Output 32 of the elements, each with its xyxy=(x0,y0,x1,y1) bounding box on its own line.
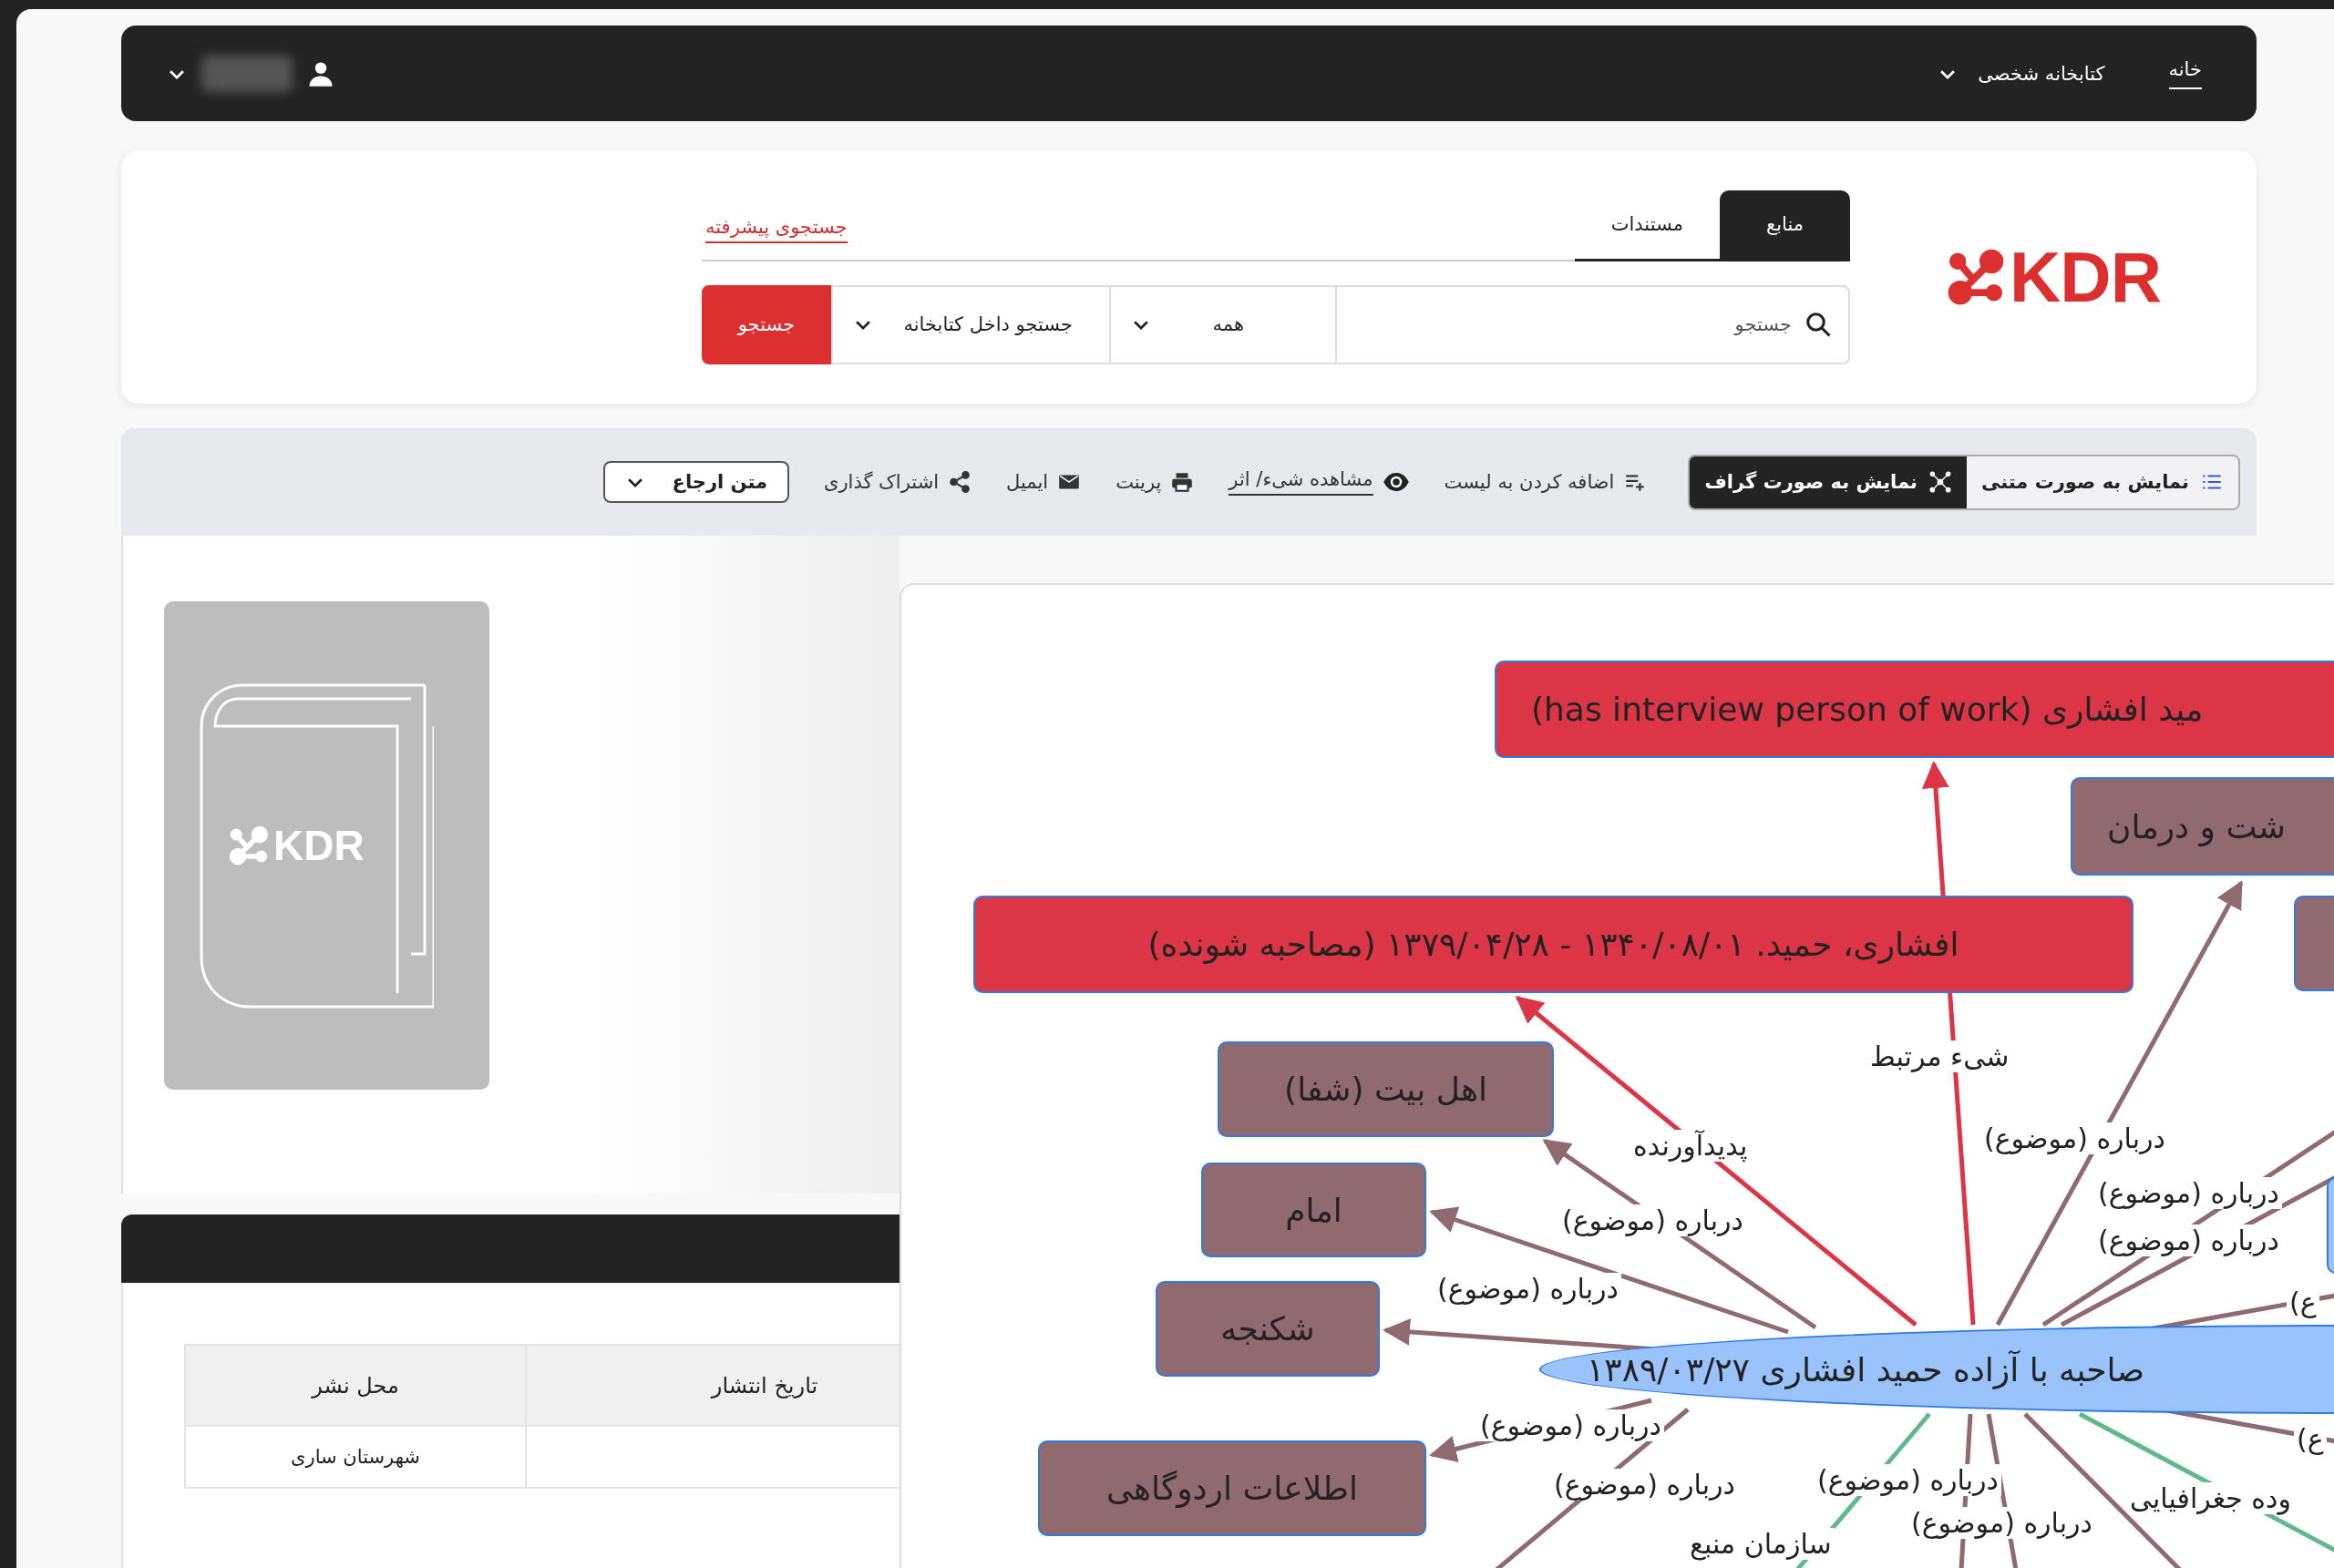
column-header: محل نشر xyxy=(185,1345,526,1426)
user-menu[interactable] xyxy=(167,55,334,92)
search-tab[interactable]: مستندات xyxy=(1574,190,1720,261)
view-action[interactable]: مشاهده شیء/ اثر xyxy=(1229,468,1410,496)
center-node[interactable]: صاحبه با آزاده حمید افشاری ۱۳۸۹/۰۳/۲۷ xyxy=(1539,1325,2334,1414)
logo-text: KDR xyxy=(273,821,365,870)
search-tab[interactable]: منابع xyxy=(1720,190,1850,261)
email-action[interactable]: ایمیل xyxy=(1006,470,1082,494)
text-view-button[interactable]: نمایش به صورت متنی xyxy=(1966,456,2238,508)
home-link[interactable]: خانه xyxy=(2168,57,2202,89)
print-action[interactable]: پرینت xyxy=(1116,470,1195,494)
search-field[interactable]: جستجو xyxy=(1335,284,1850,364)
scope-dropdown[interactable]: همه xyxy=(1109,284,1335,364)
network-logo-icon xyxy=(1946,247,2006,307)
share-action[interactable]: اشتراک گذاری xyxy=(823,470,972,494)
share-icon xyxy=(948,470,972,494)
advanced-search-link[interactable]: جستجوی پیشرفته xyxy=(705,215,848,243)
logo-text: KDR xyxy=(2010,235,2161,319)
search-location-dropdown[interactable]: جستجو داخل کتابخانه xyxy=(831,284,1109,364)
table-cell: شهرستان ساری xyxy=(185,1426,526,1488)
graph-view-button[interactable]: نمایش به صورت گراف xyxy=(1690,456,1967,508)
citation-dropdown[interactable]: متن ارجاع xyxy=(602,461,789,503)
network-logo-icon xyxy=(228,825,270,866)
search-button[interactable]: جستجو xyxy=(702,284,831,364)
column-header: تاریخ انتشار xyxy=(526,1345,900,1426)
add-action[interactable]: اضافه کردن به لیست xyxy=(1444,470,1648,494)
personal-library-menu[interactable]: کتابخانه شخصی xyxy=(1938,62,2105,85)
printer-icon xyxy=(1170,470,1195,494)
graph-node[interactable]: افشاری، حمید. ۱۳۴۰/۰۸/۰۱ - ۱۳۷۹/۰۴/۲۸ (مصاحبه شونده) xyxy=(973,896,2134,993)
network-icon xyxy=(1928,470,1952,494)
graph-node[interactable]: مید افشاری (has interview person of work) xyxy=(1495,661,2334,758)
edge-label: درباره (موضوع) xyxy=(1477,1409,1664,1441)
